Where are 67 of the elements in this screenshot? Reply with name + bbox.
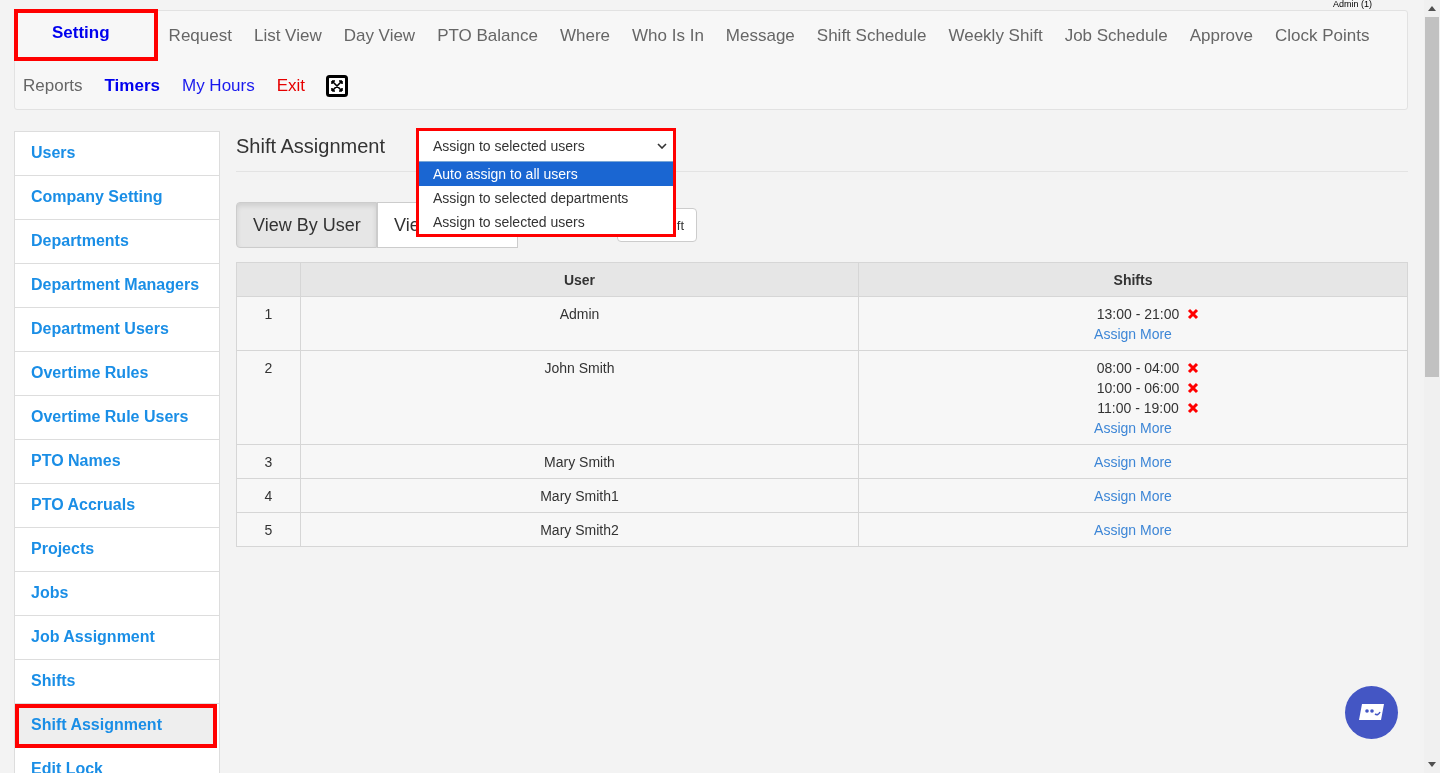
nav-link[interactable]: Request (157, 11, 243, 61)
column-header (236, 262, 301, 297)
scroll-up-icon[interactable] (1428, 6, 1436, 11)
dropdown-option[interactable]: Auto assign to all users (419, 162, 673, 186)
nav-link[interactable]: List View (242, 11, 333, 61)
nav-link[interactable]: Timers (93, 61, 171, 111)
delete-icon[interactable] (1187, 362, 1200, 374)
delete-icon[interactable] (1187, 308, 1200, 320)
column-header: User (300, 262, 859, 297)
nav-link[interactable]: PTO Balance (426, 11, 549, 61)
shift-time: 11:00 - 19:00 (1097, 399, 1179, 418)
nav-link[interactable]: Who Is In (621, 11, 715, 61)
sidebar-item[interactable]: Department Managers (15, 264, 219, 308)
nav-link[interactable]: Shift Schedule (805, 11, 938, 61)
user-cell: John Smith (300, 350, 859, 445)
sidebar-item[interactable]: Departments (15, 220, 219, 264)
sidebar-item[interactable]: PTO Names (15, 440, 219, 484)
nav-link[interactable]: Clock Points (1264, 11, 1381, 61)
scroll-down-icon[interactable] (1428, 762, 1436, 767)
nav-link[interactable]: Job Schedule (1053, 11, 1179, 61)
delete-icon[interactable] (1186, 402, 1199, 414)
row-number: 1 (236, 296, 301, 351)
chat-button[interactable] (1345, 686, 1398, 739)
account-label[interactable]: Admin (1) (1333, 0, 1372, 9)
nav-link[interactable]: Day View (332, 11, 427, 61)
nav-link[interactable]: Setting (14, 9, 158, 61)
shift-time: 08:00 - 04:00 (1096, 359, 1180, 378)
assign-more-link[interactable]: Assign More (1094, 454, 1172, 470)
chevron-icon (657, 143, 667, 149)
nav-link[interactable]: Message (714, 11, 806, 61)
sidebar-item[interactable]: Shift Assignment (15, 704, 217, 748)
sidebar-item[interactable]: Overtime Rule Users (15, 396, 219, 440)
nav-link[interactable]: Exit (265, 61, 317, 111)
shift-time: 10:00 - 06:00 (1096, 379, 1180, 398)
sidebar-item[interactable]: Overtime Rules (15, 352, 219, 396)
user-cell: Mary Smith2 (300, 512, 859, 547)
nav-link[interactable]: Approve (1178, 11, 1264, 61)
fullscreen-icon[interactable] (326, 75, 349, 97)
assign-more-link[interactable]: Assign More (1094, 522, 1172, 538)
nav-link[interactable]: Weekly Shift (937, 11, 1054, 61)
assign-more-link[interactable]: Assign More (1094, 420, 1172, 436)
sidebar-item[interactable]: Department Users (15, 308, 219, 352)
user-cell: Admin (300, 296, 859, 351)
sidebar-item[interactable]: Users (15, 132, 219, 176)
nav-link[interactable]: My Hours (171, 61, 266, 111)
user-cell: Mary Smith (300, 444, 859, 479)
sidebar-item[interactable]: Job Assignment (15, 616, 219, 660)
sidebar-item[interactable]: Company Setting (15, 176, 219, 220)
sidebar-item[interactable]: Jobs (15, 572, 219, 616)
user-cell: Mary Smith1 (300, 478, 859, 513)
column-header: Shifts (858, 262, 1408, 297)
row-number: 2 (236, 350, 301, 445)
page-title: Shift Assignment (236, 134, 385, 159)
nav-link[interactable]: Where (548, 11, 622, 61)
row-number: 3 (236, 444, 301, 479)
assign-more-link[interactable]: Assign More (1094, 488, 1172, 504)
nav-link[interactable]: Reports (15, 61, 94, 111)
shift-time: 13:00 - 21:00 (1096, 305, 1180, 324)
assign-more-link[interactable]: Assign More (1094, 326, 1172, 342)
view-tab[interactable]: View By User (236, 202, 377, 248)
assign-dropdown[interactable]: Assign to selected users Auto assign to all users Assign to selected departments Assign to selected users (416, 128, 676, 237)
row-number: 5 (236, 512, 301, 547)
delete-icon[interactable] (1187, 382, 1200, 394)
sidebar-item[interactable]: Projects (15, 528, 219, 572)
row-number: 4 (236, 478, 301, 513)
scrollbar-thumb[interactable] (1425, 17, 1439, 377)
sidebar-item[interactable]: PTO Accruals (15, 484, 219, 528)
